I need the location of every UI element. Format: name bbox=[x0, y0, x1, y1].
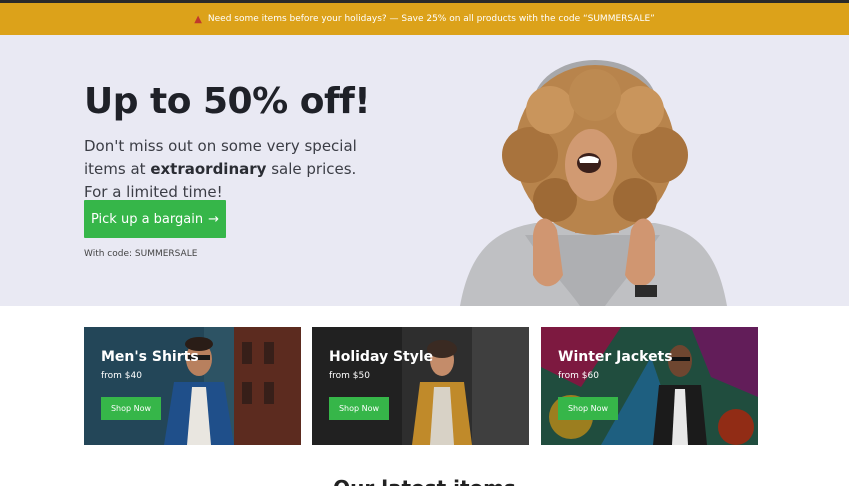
promo-code-note: With code: SUMMERSALE bbox=[84, 249, 198, 259]
category-card-holiday-style[interactable]: Holiday Style from $50 Shop Now bbox=[312, 327, 529, 445]
pick-up-bargain-button[interactable]: Pick up a bargain → bbox=[84, 200, 226, 238]
promo-banner: ▲ Need some items before your holidays? … bbox=[0, 3, 849, 35]
category-card-mens-shirts[interactable]: Men's Shirts from $40 Shop Now bbox=[84, 327, 301, 445]
shop-now-button[interactable]: Shop Now bbox=[329, 397, 389, 420]
card-price: from $40 bbox=[101, 371, 142, 381]
card-price: from $60 bbox=[558, 371, 599, 381]
latest-items-heading: Our latest items bbox=[0, 473, 849, 486]
mens-shirts-photo bbox=[84, 327, 301, 445]
card-title: Winter Jackets bbox=[558, 349, 673, 365]
hero-section: Up to 50% off! Don't miss out on some ve… bbox=[0, 35, 849, 306]
card-price: from $50 bbox=[329, 371, 370, 381]
shop-now-button[interactable]: Shop Now bbox=[558, 397, 618, 420]
hero-title: Up to 50% off! bbox=[84, 81, 371, 122]
category-card-winter-jackets[interactable]: Winter Jackets from $60 Shop Now bbox=[541, 327, 758, 445]
card-title: Holiday Style bbox=[329, 349, 434, 365]
card-title: Men's Shirts bbox=[101, 349, 199, 365]
shop-now-button[interactable]: Shop Now bbox=[101, 397, 161, 420]
winter-jackets-photo bbox=[541, 327, 758, 445]
category-cards: Men's Shirts from $40 Shop Now Holiday S… bbox=[0, 306, 849, 456]
hero-text-bold: extraordinary bbox=[150, 160, 267, 178]
cta-label: Pick up a bargain bbox=[90, 211, 204, 227]
arrow-right-icon: → bbox=[208, 211, 219, 227]
fire-icon: ▲ bbox=[194, 13, 202, 25]
hero-model-photo bbox=[460, 60, 727, 306]
holiday-style-photo bbox=[312, 327, 529, 445]
promo-text: Need some items before your holidays? — … bbox=[207, 14, 655, 24]
hero-description: Don't miss out on some very special item… bbox=[84, 135, 384, 204]
